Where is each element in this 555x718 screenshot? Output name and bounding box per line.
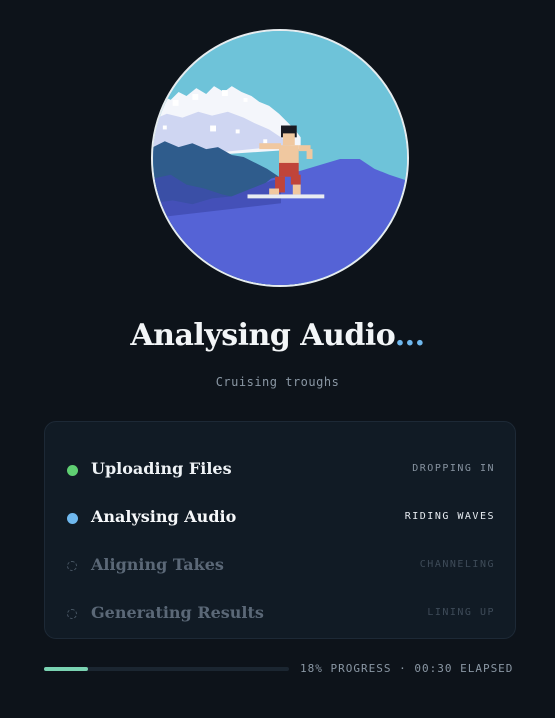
step-analysing-audio: Analysing Audio RIDING WAVES xyxy=(45,482,517,530)
progress-bar xyxy=(44,667,289,671)
status-dot-icon xyxy=(67,513,78,524)
status-dot-icon xyxy=(67,561,77,571)
status-subtitle: Cruising troughs xyxy=(215,375,340,389)
step-status: CHANNELING xyxy=(419,559,495,570)
page-title: Analysing Audio... xyxy=(0,318,555,353)
step-status: LINING UP xyxy=(427,607,495,618)
status-dot-icon xyxy=(67,465,78,476)
steps-panel: Uploading Files DROPPING IN Analysing Au… xyxy=(44,421,516,639)
step-label: Uploading Files xyxy=(91,459,232,478)
step-uploading-files: Uploading Files DROPPING IN xyxy=(45,434,517,482)
progress-text: 18% PROGRESS · 00:30 ELAPSED xyxy=(300,662,514,675)
step-generating-results: Generating Results LINING UP xyxy=(45,578,517,626)
step-label: Analysing Audio xyxy=(91,507,237,526)
step-aligning-takes: Aligning Takes CHANNELING xyxy=(45,530,517,578)
pixel-surfer-icon xyxy=(153,31,407,285)
step-status: DROPPING IN xyxy=(412,463,495,474)
step-label: Generating Results xyxy=(91,603,264,622)
step-status: RIDING WAVES xyxy=(404,511,495,522)
title-text: Analysing Audio xyxy=(130,318,395,353)
title-dots: ... xyxy=(394,318,425,353)
step-label: Aligning Takes xyxy=(91,555,224,574)
status-dot-icon xyxy=(67,609,77,619)
progress-bar-fill xyxy=(44,667,89,671)
surfer-illustration xyxy=(151,29,409,287)
